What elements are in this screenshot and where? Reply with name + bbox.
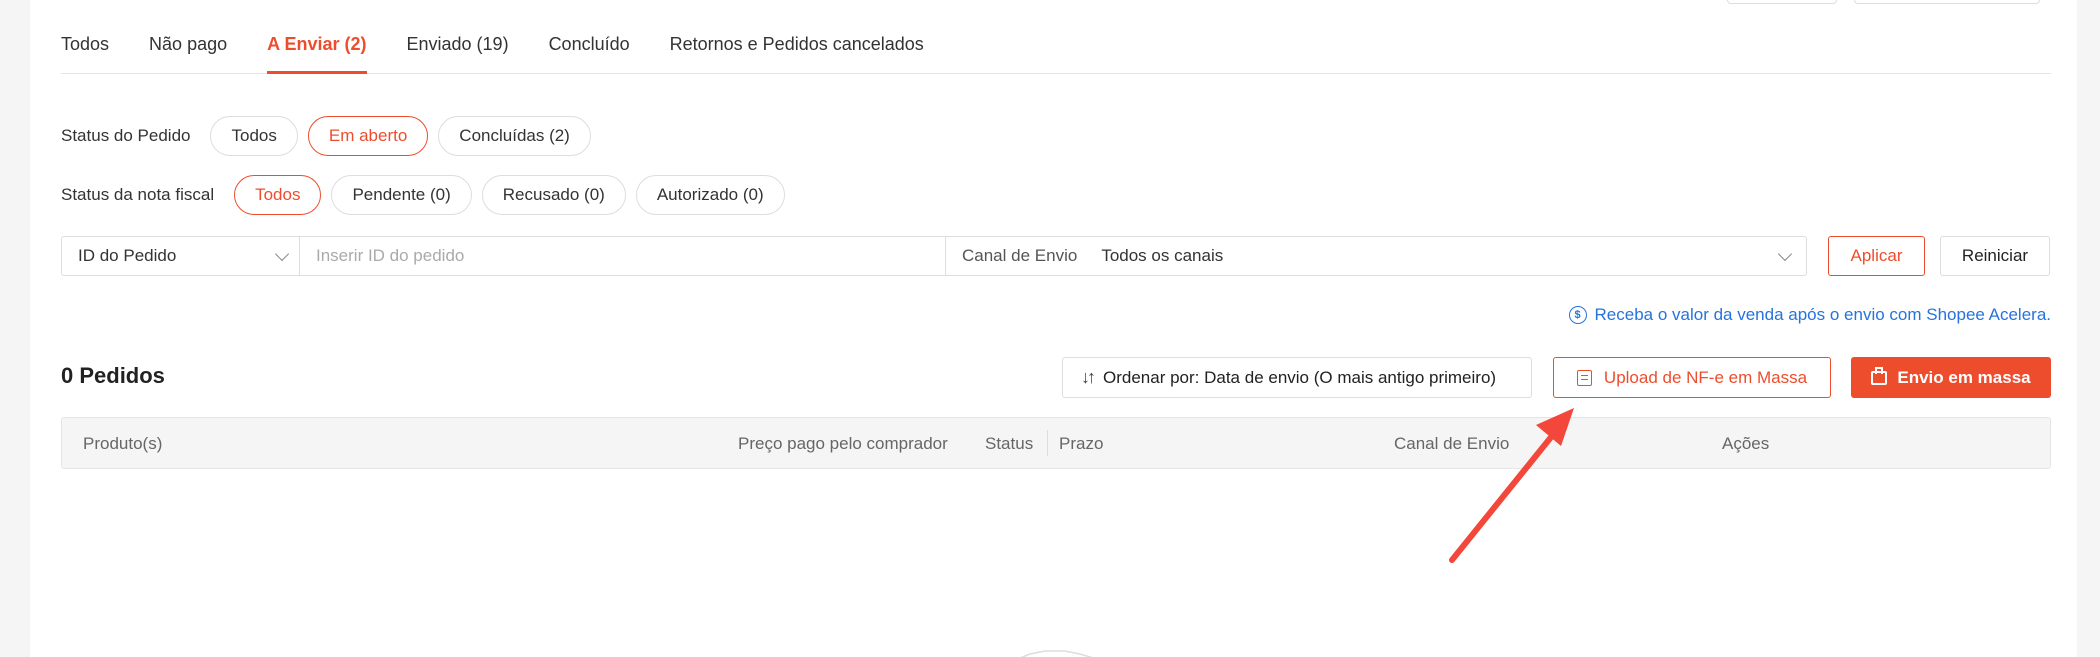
shipping-channel-value: Todos os canais [1101,246,1224,265]
column-divider [1047,430,1048,456]
tab-nao-pago[interactable]: Não pago [149,34,227,73]
invoice-status-label: Status da nota fiscal [61,185,215,204]
invoice-status-pill-autorizado[interactable]: Autorizado (0) [635,175,785,215]
upload-nfe-button[interactable]: Upload de NF-e em Massa [1553,357,1831,398]
tab-todos[interactable]: Todos [61,34,109,73]
printer-icon [1871,366,1888,385]
mass-ship-button[interactable]: Envio em massa [1851,357,2051,398]
invoice-status-pill-todos[interactable]: Todos [234,175,322,215]
tab-retornos[interactable]: Retornos e Pedidos cancelados [670,34,924,73]
page-container [30,0,2077,657]
column-header-produtos: Produto(s) [83,434,163,453]
tab-a-enviar[interactable]: A Enviar (2) [267,34,367,74]
order-status-pill-em-aberto[interactable]: Em aberto [307,116,429,156]
shipping-channel-label: Canal de Envio [962,246,1078,265]
chevron-down-icon [274,246,290,261]
invoice-status-pill-recusado[interactable]: Recusado (0) [481,175,626,215]
tab-enviado[interactable]: Enviado (19) [407,34,509,73]
shipping-channel-select[interactable]: Canal de Envio Todos os canais [945,236,1807,276]
column-header-preco: Preço pago pelo comprador [738,434,948,453]
order-status-label: Status do Pedido [61,126,191,145]
dollar-coin-icon: $ [1568,306,1587,324]
search-input[interactable] [300,237,954,275]
promo-text: Receba o valor da venda após o envio com… [1594,305,2051,324]
upload-nfe-label: Upload de NF-e em Massa [1603,367,1808,387]
order-status-pill-concluidas[interactable]: Concluídas (2) [438,116,591,156]
tab-concluido[interactable]: Concluído [549,34,630,73]
orders-count: 0 Pedidos [61,363,165,388]
order-search: ID do Pedido [61,236,955,276]
search-field-select[interactable]: ID do Pedido [62,237,300,275]
page-scroll-edge [2077,0,2100,657]
chevron-down-icon [1777,246,1793,261]
column-header-canal: Canal de Envio [1394,434,1510,453]
document-list-icon [1576,369,1592,386]
order-status-filter: Status do Pedido Todos Em aberto Concluí… [61,116,601,156]
apply-button[interactable]: Aplicar [1828,236,1925,276]
reset-button[interactable]: Reiniciar [1940,236,2050,276]
order-tabs: Todos Não pago A Enviar (2) Enviado (19)… [61,0,2051,74]
column-header-prazo: Prazo [1059,434,1104,453]
search-field-select-value: ID do Pedido [78,246,177,265]
shopee-acelera-link[interactable]: $ Receba o valor da venda após o envio c… [1568,305,2051,325]
sort-button[interactable]: ↓↑ Ordenar por: Data de envio (O mais an… [1062,357,1532,398]
invoice-status-filter: Status da nota fiscal Todos Pendente (0)… [61,175,795,215]
sort-icon: ↓↑ [1081,367,1096,387]
invoice-status-pill-pendente[interactable]: Pendente (0) [331,175,472,215]
column-header-acoes: Ações [1722,434,1770,453]
mass-ship-label: Envio em massa [1897,367,2031,387]
sort-button-label: Ordenar por: Data de envio (O mais antig… [1103,367,1497,387]
column-header-status: Status [985,434,1034,453]
empty-state-illustration [1020,650,1093,657]
orders-table-header: Produto(s) Preço pago pelo comprador Sta… [61,417,2051,469]
order-status-pill-todos[interactable]: Todos [210,116,298,156]
